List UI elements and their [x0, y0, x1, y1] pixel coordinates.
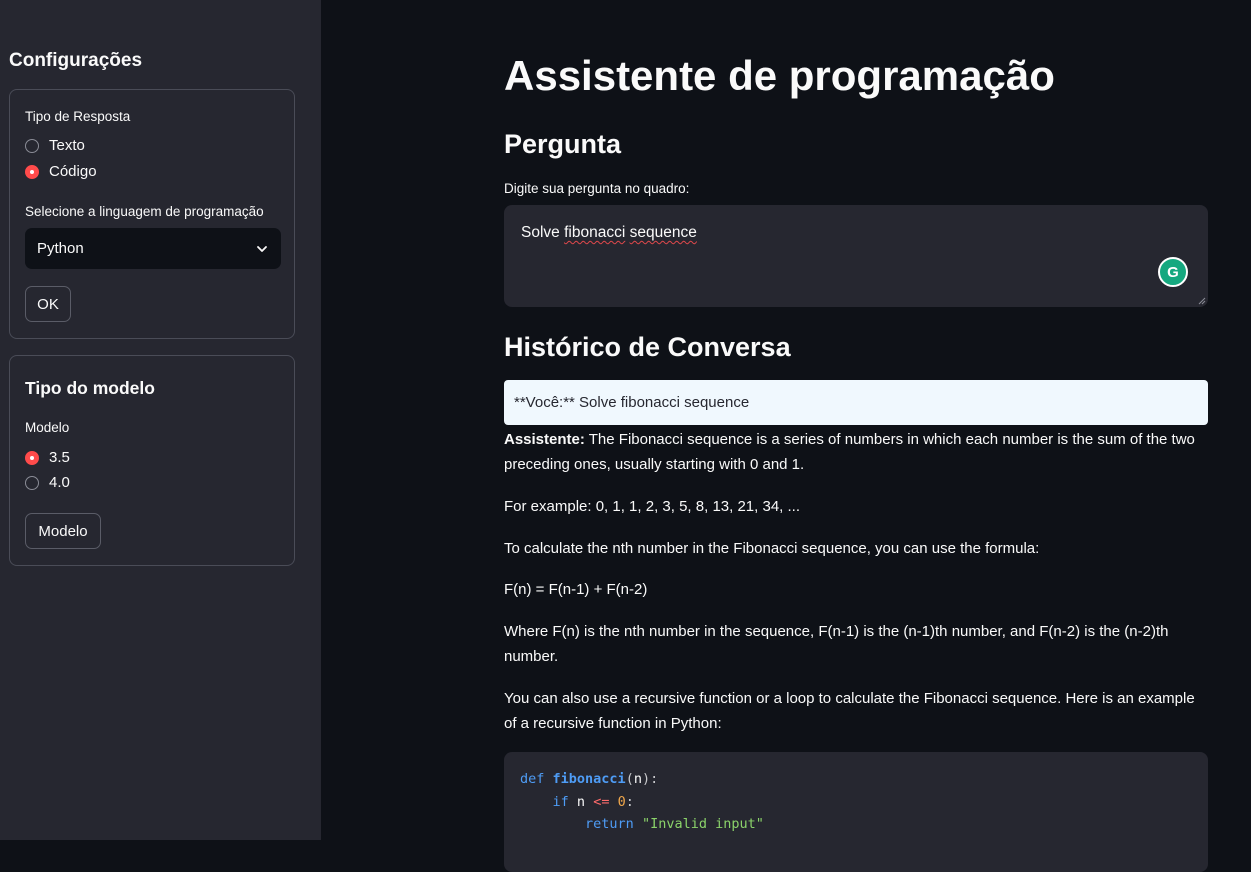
code-block: def fibonacci(n): if n <= 0: return "Inv… — [504, 752, 1208, 872]
radio-option-codigo[interactable]: Código — [25, 163, 97, 180]
grammarly-icon[interactable]: G — [1158, 257, 1188, 287]
assistant-paragraph: For example: 0, 1, 1, 2, 3, 5, 8, 13, 21… — [504, 498, 801, 515]
code-keyword: if — [552, 793, 569, 810]
user-message: **Você:** Solve fibonacci sequence — [504, 380, 1208, 425]
textarea-word-misspelled: sequence — [629, 224, 697, 241]
response-type-label: Tipo de Resposta — [25, 109, 131, 124]
formula-text: F(n) = F(n-1) + F(n-2) — [504, 581, 648, 598]
radio-option-label: Texto — [49, 137, 85, 154]
radio-option-texto[interactable]: Texto — [25, 137, 85, 154]
code-punct: ( — [625, 771, 634, 787]
textarea-word-misspelled: fibonacci — [564, 224, 626, 241]
code-keyword: return — [585, 816, 634, 832]
modelo-button[interactable]: Modelo — [25, 513, 101, 549]
code-operator: <= — [593, 793, 610, 810]
code-var: n — [576, 793, 586, 810]
radio-option-label: Código — [49, 163, 97, 180]
chevron-down-icon — [257, 245, 267, 252]
language-select[interactable]: Python — [25, 228, 281, 269]
model-card-heading: Tipo do modelo — [25, 378, 155, 398]
radio-button-icon[interactable] — [25, 475, 39, 490]
radio-option-4-0[interactable]: 4.0 — [25, 474, 70, 491]
code-string: "Invalid input" — [641, 816, 764, 832]
assistant-paragraph: The Fibonacci sequence is a series of nu… — [504, 431, 1195, 473]
assistant-paragraph: To calculate the nth number in the Fibon… — [504, 540, 1040, 557]
ok-button[interactable]: OK — [25, 286, 71, 322]
assistant-message-intro: Assistente: The Fibonacci sequence is a … — [504, 427, 1208, 477]
code-punct: ): — [641, 771, 659, 787]
resize-handle-icon[interactable] — [1198, 297, 1206, 305]
radio-button-icon[interactable] — [25, 138, 39, 153]
radio-option-label: 4.0 — [49, 474, 70, 491]
assistant-paragraph: You can also use a recursive function or… — [504, 690, 1195, 732]
question-heading: Pergunta — [504, 129, 622, 159]
history-heading: Histórico de Conversa — [504, 332, 791, 362]
sidebar-title: Configurações — [9, 50, 143, 71]
radio-option-3-5[interactable]: 3.5 — [25, 449, 70, 466]
radio-button-selected-icon[interactable] — [25, 164, 39, 179]
radio-button-selected-icon[interactable] — [25, 450, 39, 465]
question-textarea[interactable]: Solve fibonacci sequence G — [504, 205, 1208, 307]
assistant-label: Assistente: — [504, 431, 585, 448]
textarea-word: Solve — [521, 224, 560, 241]
question-input-label: Digite sua pergunta no quadro: — [504, 181, 690, 196]
code-arg: n — [633, 771, 642, 787]
language-select-value: Python — [37, 240, 84, 257]
code-function-name: fibonacci — [552, 771, 626, 787]
model-settings-card: Tipo do modelo Modelo 3.5 4.0 Modelo — [9, 355, 295, 566]
sidebar: Configurações Tipo de Resposta Texto Cód… — [0, 0, 321, 840]
code-punct: : — [625, 793, 634, 810]
code-keyword: def — [520, 771, 545, 787]
code-number: 0 — [617, 793, 626, 810]
response-settings-card: Tipo de Resposta Texto Código Selecione … — [9, 89, 295, 339]
radio-option-label: 3.5 — [49, 449, 70, 466]
model-radio-label: Modelo — [25, 420, 70, 435]
page-title: Assistente de programação — [504, 52, 1055, 99]
language-select-label: Selecione a linguagem de programação — [25, 204, 264, 219]
assistant-paragraph: Where F(n) is the nth number in the sequ… — [504, 623, 1169, 665]
